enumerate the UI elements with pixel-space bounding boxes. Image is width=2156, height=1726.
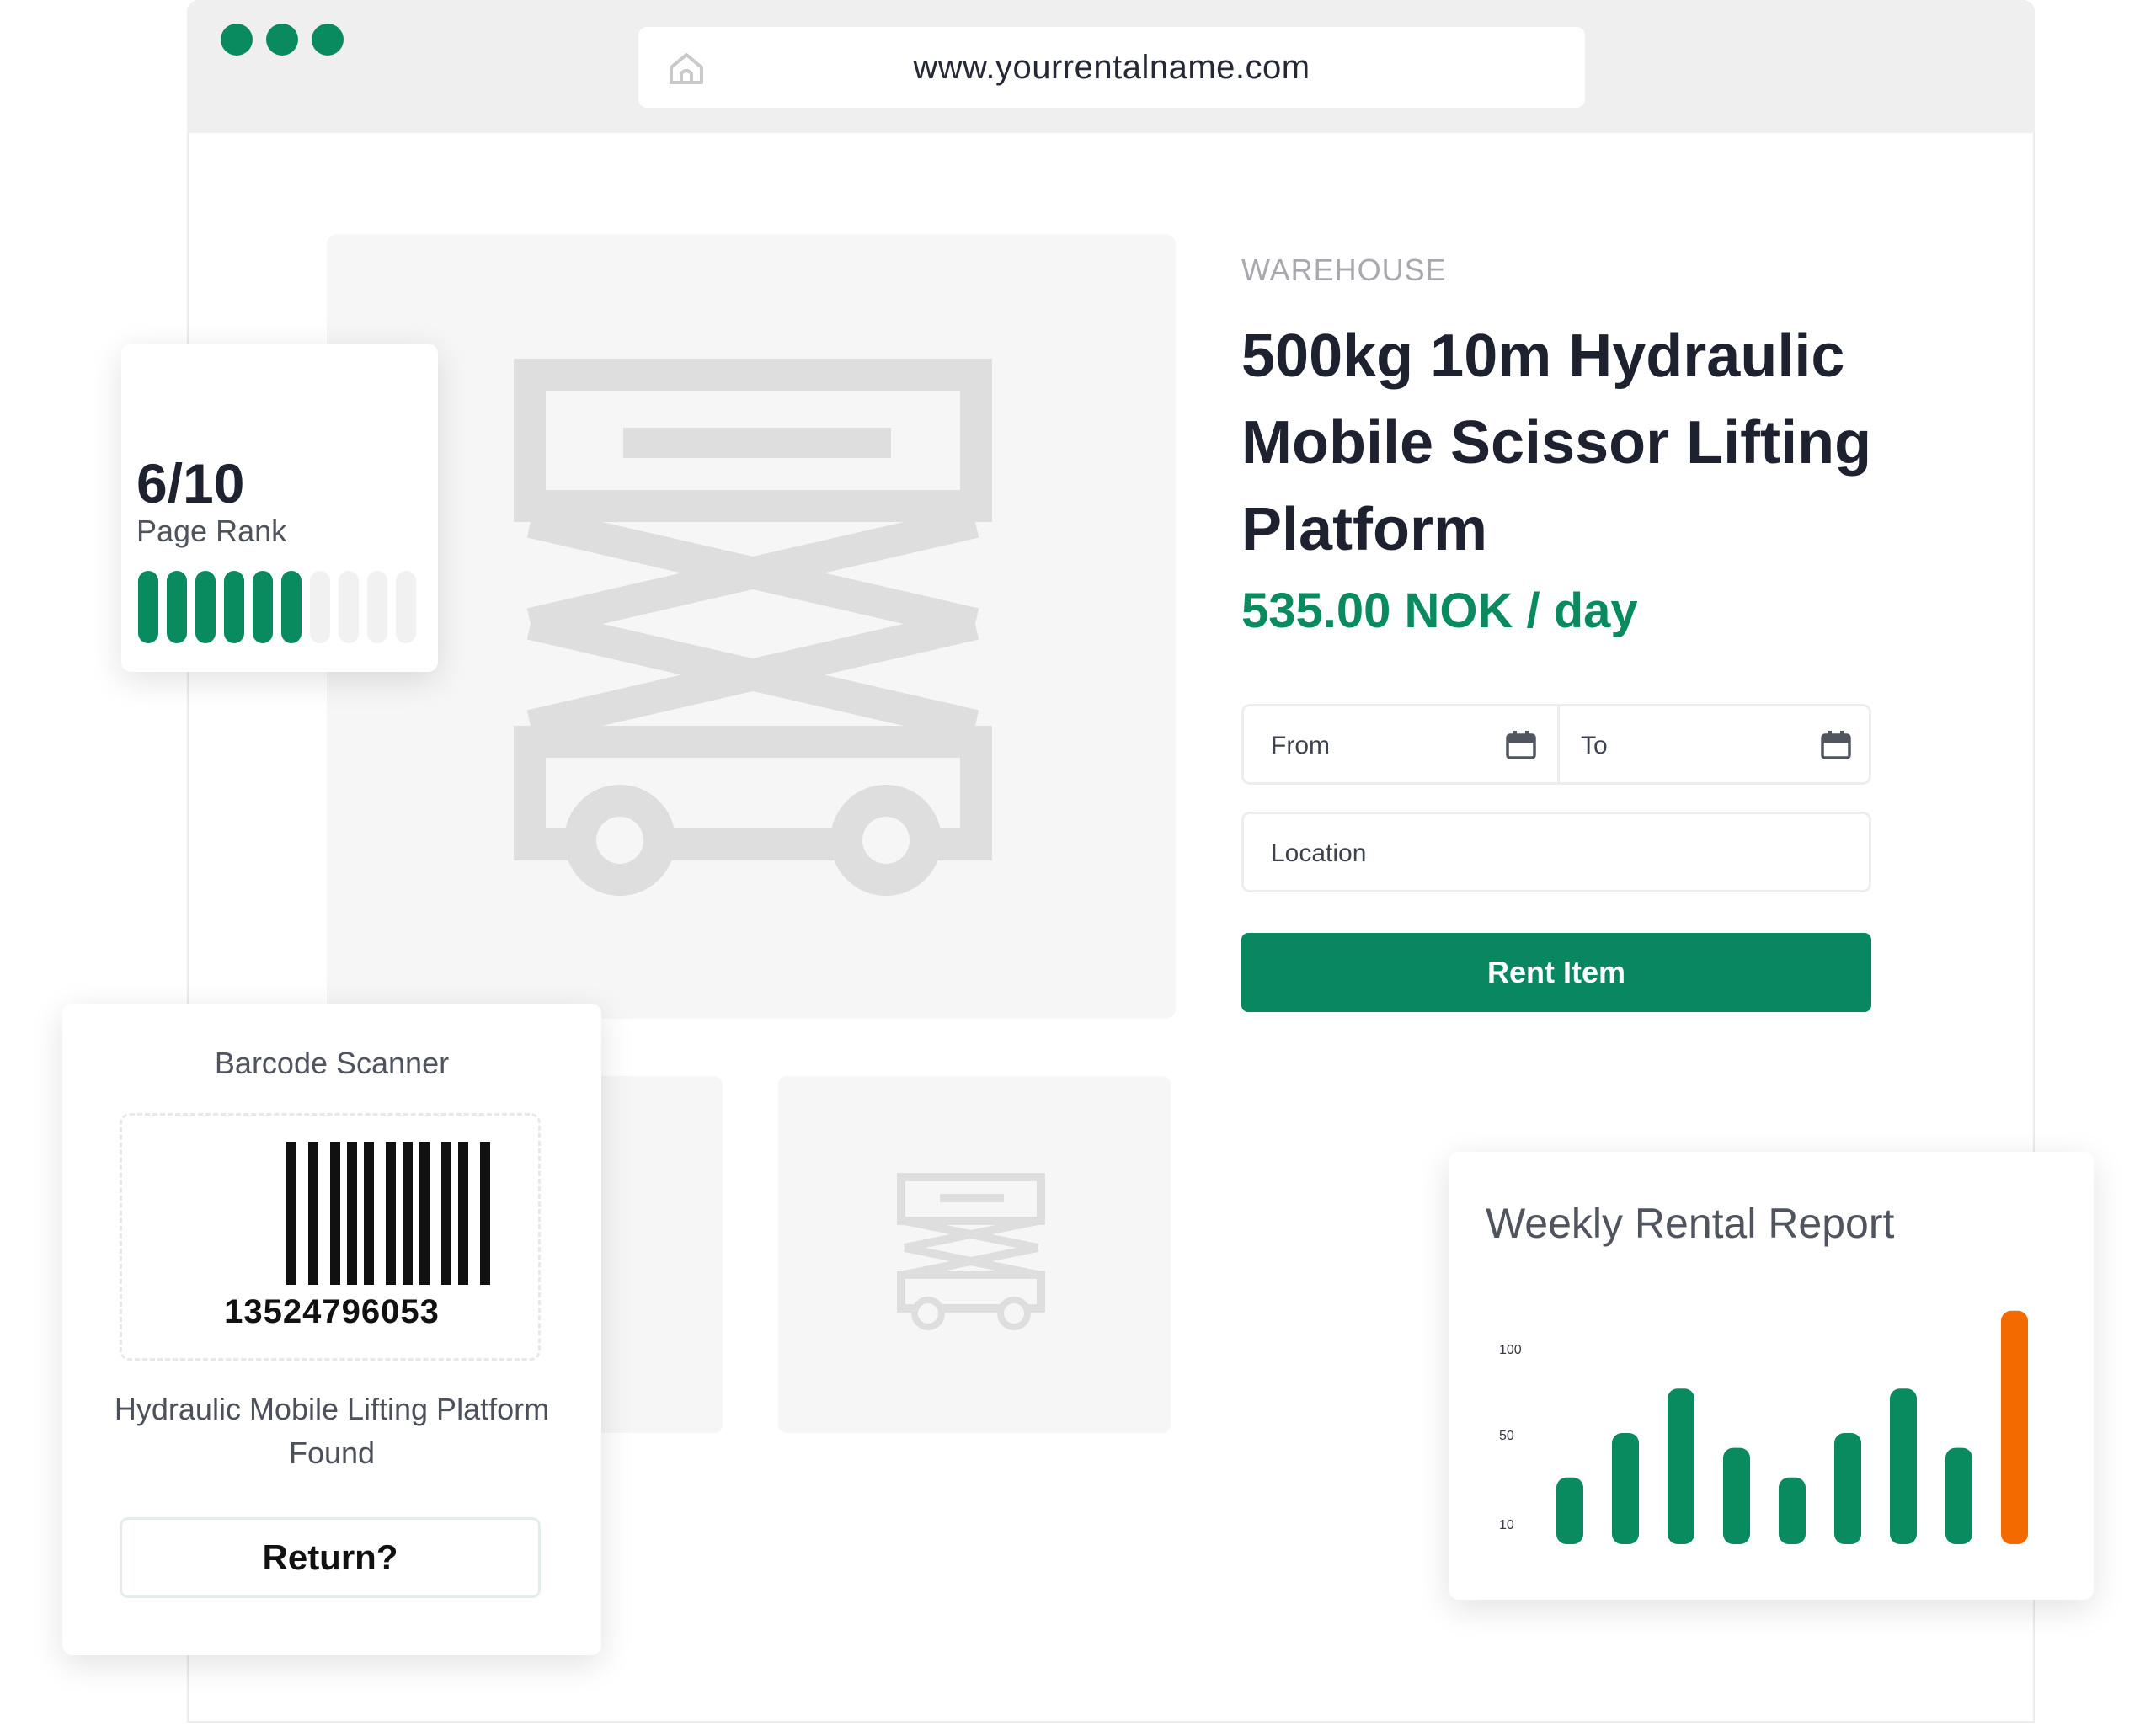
barcode-scanner-card: Barcode Scanner 13524796053 Hydraulic Mo… xyxy=(62,1004,601,1655)
product-main-image[interactable] xyxy=(327,234,1176,1019)
product-price: 535.00 NOK / day xyxy=(1241,583,1638,638)
rank-bar-filled xyxy=(167,571,187,643)
page-rank-label: Page Rank xyxy=(136,514,287,548)
rank-bar-empty xyxy=(339,571,359,643)
product-thumbnail-2[interactable] xyxy=(778,1076,1171,1433)
calendar-icon[interactable] xyxy=(1505,730,1537,760)
scan-result-message: Hydraulic Mobile Lifting Platform Found xyxy=(114,1392,550,1470)
url-text: www.yourrentalname.com xyxy=(913,49,1310,86)
rank-bar-empty xyxy=(396,571,416,643)
calendar-icon[interactable] xyxy=(1820,730,1852,760)
location-placeholder: Location xyxy=(1271,839,1367,867)
chart-bar xyxy=(1723,1447,1750,1544)
address-bar[interactable]: www.yourrentalname.com xyxy=(638,27,1585,108)
chart-bar xyxy=(1556,1477,1583,1544)
chart-bar xyxy=(1945,1447,1972,1544)
rank-bar-filled xyxy=(224,571,244,643)
chart-bar xyxy=(1612,1433,1639,1544)
page-rank-meter xyxy=(138,571,416,643)
chart-bar xyxy=(1890,1388,1917,1544)
scissor-lift-illustration xyxy=(514,359,992,896)
barcode-scanner-title: Barcode Scanner xyxy=(214,1046,450,1080)
page-rank-value: 6/10 xyxy=(136,452,245,514)
barcode-number: 13524796053 xyxy=(224,1293,440,1330)
chart-bar xyxy=(1668,1388,1694,1544)
rank-bar-filled xyxy=(281,571,302,643)
rank-bar-filled xyxy=(253,571,273,643)
rank-bar-filled xyxy=(138,571,158,643)
date-divider xyxy=(1557,706,1560,782)
product-title: 500kg 10m Hydraulic Mobile Scissor Lifti… xyxy=(1241,322,1872,563)
window-dot-minimize[interactable] xyxy=(266,24,298,56)
location-input[interactable]: Location xyxy=(1241,812,1871,892)
date-range-picker: From To xyxy=(1241,704,1871,785)
rank-bar-empty xyxy=(310,571,330,643)
barcode-icon xyxy=(286,1142,490,1285)
page-rank-card: 6/10 Page Rank xyxy=(121,344,438,672)
chart-bar xyxy=(1779,1477,1806,1544)
weekly-report-card: Weekly Rental Report 100 50 10 xyxy=(1449,1152,2094,1600)
weekly-rental-chart: 100 50 10 xyxy=(1499,1310,2028,1544)
rank-bar-empty xyxy=(367,571,387,643)
rank-bar-filled xyxy=(195,571,216,643)
browser-toolbar: www.yourrentalname.com xyxy=(187,0,2035,133)
rent-item-button[interactable]: Rent Item xyxy=(1241,933,1871,1012)
return-button[interactable]: Return? xyxy=(120,1517,541,1598)
to-date-input[interactable]: To xyxy=(1581,732,1608,760)
y-tick-label: 100 xyxy=(1499,1343,1522,1357)
y-tick-label: 10 xyxy=(1499,1518,1514,1532)
chart-bar xyxy=(2001,1310,2028,1544)
window-dot-maximize[interactable] xyxy=(312,24,344,56)
from-date-input[interactable]: From xyxy=(1271,732,1330,760)
window-dot-close[interactable] xyxy=(221,24,253,56)
product-category: WAREHOUSE xyxy=(1241,253,1447,287)
scissor-lift-thumbnail-illustration xyxy=(897,1173,1045,1330)
chart-bar xyxy=(1834,1433,1861,1544)
y-tick-label: 50 xyxy=(1499,1429,1514,1443)
